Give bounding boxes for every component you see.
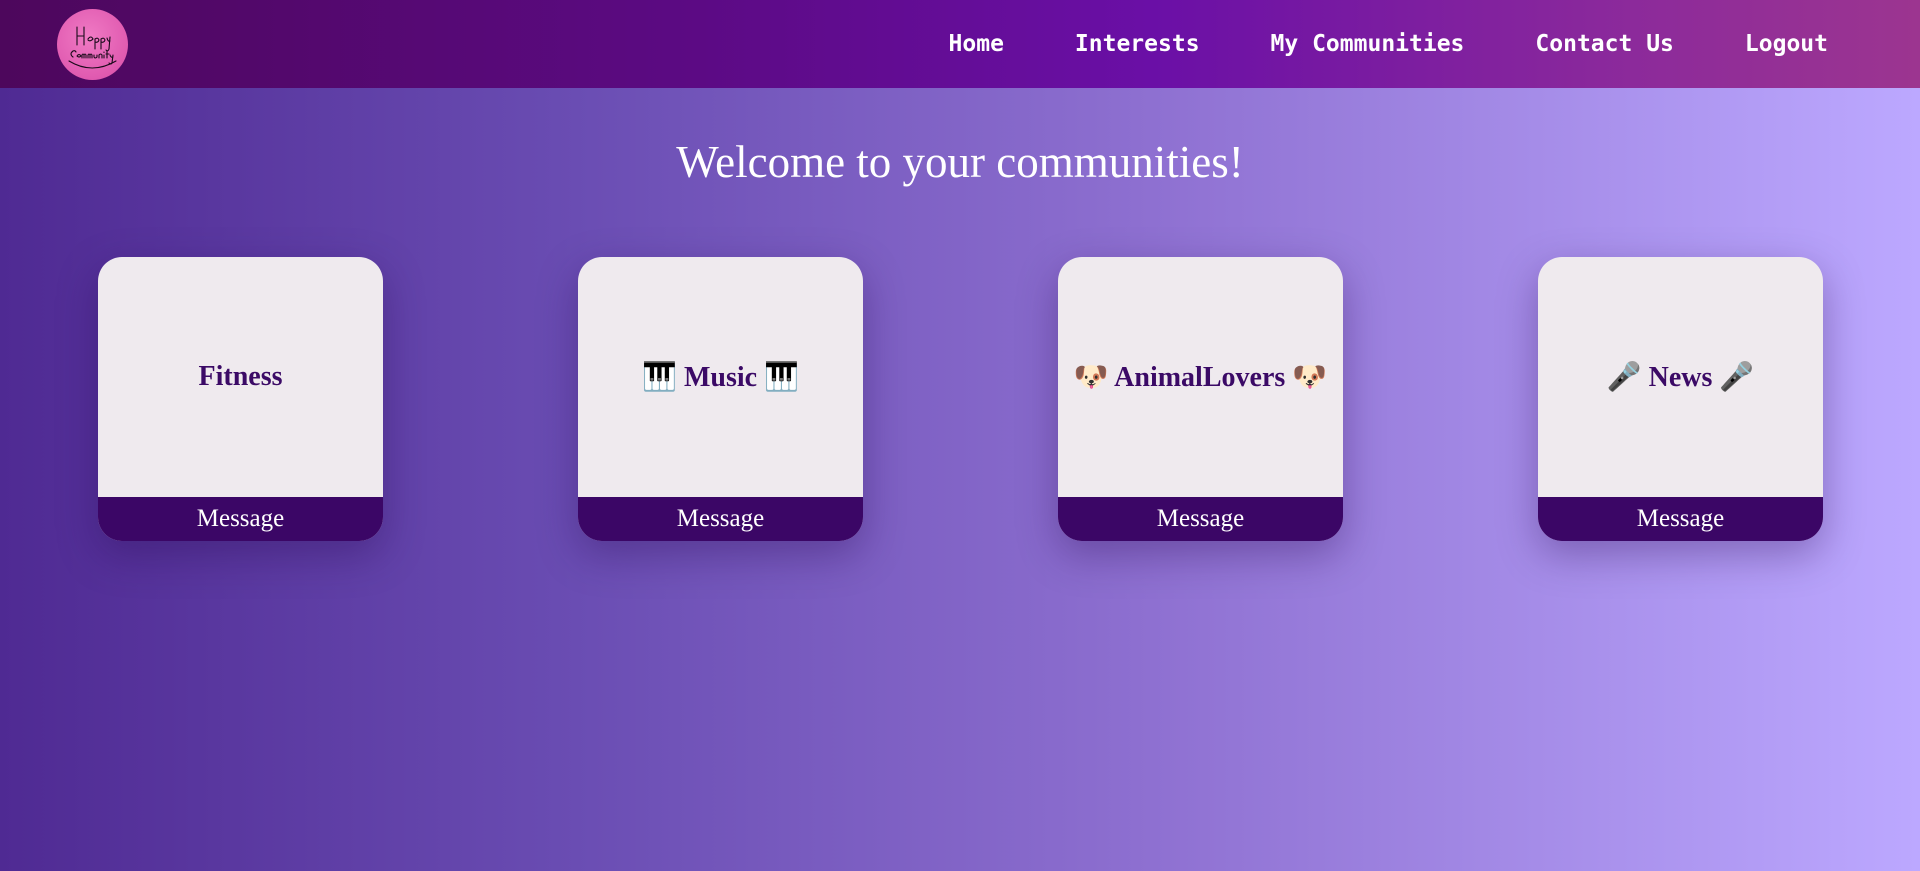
nav-contact-us-link[interactable]: Contact Us <box>1535 31 1673 57</box>
happy-community-logo[interactable] <box>57 9 128 80</box>
nav-links: Home Interests My Communities Contact Us… <box>949 0 1828 88</box>
community-card-animallovers[interactable]: 🐶 AnimalLovers 🐶 Message <box>1058 257 1343 541</box>
message-button[interactable]: Message <box>1058 497 1343 541</box>
card-body: 🐶 AnimalLovers 🐶 <box>1058 257 1343 497</box>
message-button[interactable]: Message <box>1538 497 1823 541</box>
message-button[interactable]: Message <box>98 497 383 541</box>
community-card-news[interactable]: 🎤 News 🎤 Message <box>1538 257 1823 541</box>
nav-logout-link[interactable]: Logout <box>1745 31 1828 57</box>
community-card-music[interactable]: 🎹 Music 🎹 Message <box>578 257 863 541</box>
community-card-fitness[interactable]: Fitness Message <box>98 257 383 541</box>
card-body: 🎹 Music 🎹 <box>578 257 863 497</box>
card-body: Fitness <box>98 257 383 497</box>
nav-interests-link[interactable]: Interests <box>1075 31 1200 57</box>
top-navbar: Home Interests My Communities Contact Us… <box>0 0 1920 88</box>
logo-lettering-icon <box>68 26 117 69</box>
community-title: 🎤 News 🎤 <box>1606 362 1755 393</box>
nav-home-link[interactable]: Home <box>949 31 1004 57</box>
page-title: Welcome to your communities! <box>676 137 1244 187</box>
nav-my-communities-link[interactable]: My Communities <box>1271 31 1465 57</box>
community-title: 🎹 Music 🎹 <box>642 362 799 393</box>
community-title: Fitness <box>198 361 283 392</box>
message-button[interactable]: Message <box>578 497 863 541</box>
community-title: 🐶 AnimalLovers 🐶 <box>1073 362 1328 393</box>
card-body: 🎤 News 🎤 <box>1538 257 1823 497</box>
